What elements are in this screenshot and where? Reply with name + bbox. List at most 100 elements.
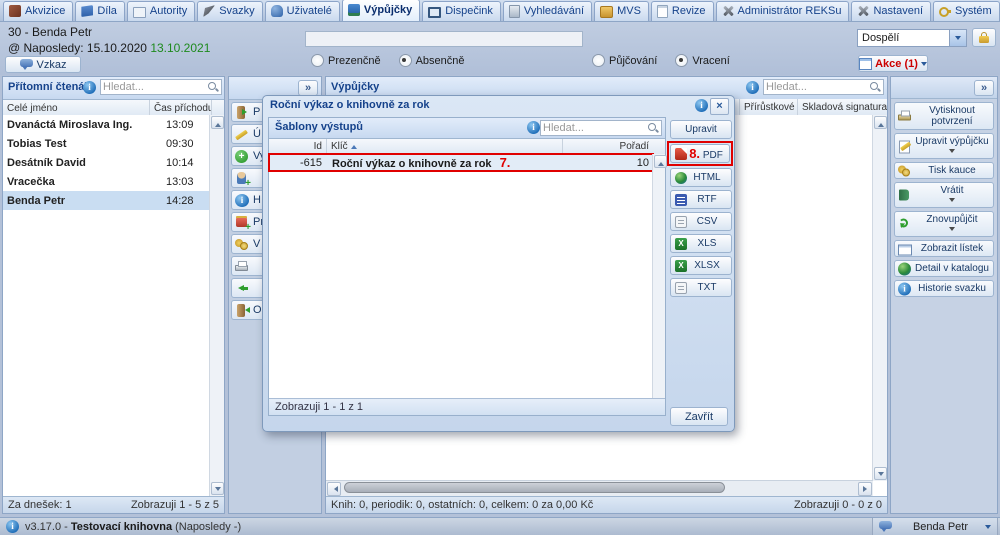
tab-uzivatele[interactable]: Uživatelé (265, 1, 340, 21)
info-icon[interactable] (695, 99, 708, 112)
volumes-icon (203, 5, 215, 17)
chevron-down-icon (949, 198, 955, 205)
upravit-button[interactable]: Upravit (670, 120, 732, 139)
tab-vyhledavani[interactable]: Vyhledávání (503, 1, 592, 21)
tab-autority[interactable]: Autority (127, 1, 195, 21)
lock-icon (978, 32, 990, 44)
scrollbar-thumb[interactable] (344, 482, 725, 493)
info-icon[interactable] (746, 81, 759, 94)
dialog-titlebar[interactable]: Roční výkaz o knihovně za rok (263, 96, 734, 115)
column-header-name[interactable]: Celé jméno (3, 100, 150, 116)
radio-absencne[interactable] (399, 54, 412, 67)
dispatch-icon (428, 7, 441, 18)
tab-label: Uživatelé (287, 5, 332, 17)
info-icon[interactable] (6, 520, 19, 533)
rtf-button[interactable]: RTF (670, 190, 732, 209)
scroll-down-icon[interactable] (874, 467, 887, 480)
template-row[interactable]: -615 Roční výkaz o knihovně za rok7. 10 (269, 154, 653, 171)
templates-search-input[interactable] (541, 122, 647, 134)
column-header-id[interactable]: Id (269, 139, 326, 154)
button-label: Upravit výpůjčku (915, 136, 988, 147)
show-slip-button[interactable]: Zobrazit lístek (894, 240, 994, 257)
scroll-left-icon[interactable] (327, 482, 341, 496)
collapse-right-icon[interactable] (298, 80, 318, 96)
radio-prezencne[interactable] (311, 54, 324, 67)
tab-administrator-reksu[interactable]: Administrátor REKSu (716, 1, 850, 21)
horizontal-scrollbar[interactable] (326, 480, 873, 496)
tab-system[interactable]: Systém (933, 1, 1000, 21)
volume-history-button[interactable]: Historie svazku (894, 280, 994, 297)
print-deposit-button[interactable]: Tisk kauce (894, 162, 994, 179)
tools-icon (857, 5, 869, 17)
column-header-order[interactable]: Pořadí (563, 139, 653, 154)
pdf-button[interactable]: 8. PDF (670, 144, 730, 163)
scroll-up-icon[interactable] (874, 116, 887, 129)
tab-dispecink[interactable]: Dispečink (422, 1, 501, 21)
edit-loan-button[interactable]: Upravit výpůjčku (894, 133, 994, 159)
table-row[interactable]: Desátník David10:14 (3, 153, 224, 172)
akce-button[interactable]: Akce (1) (858, 55, 928, 72)
category-select[interactable]: Dospělí (857, 29, 967, 47)
column-header-time[interactable]: Čas příchodu (150, 100, 212, 116)
search-icon[interactable] (207, 81, 219, 93)
loans-search-input[interactable] (764, 81, 869, 93)
close-button[interactable]: Zavřít (670, 407, 728, 426)
table-row-selected[interactable]: Benda Petr14:28 (3, 191, 224, 210)
tab-label: Akvizice (25, 5, 65, 17)
renew-button[interactable]: Znovupůjčit (894, 211, 994, 237)
catalog-detail-button[interactable]: Detail v katalogu (894, 260, 994, 277)
readers-search-input[interactable] (101, 81, 207, 93)
vertical-scrollbar[interactable] (872, 115, 887, 481)
chevron-down-icon (985, 525, 991, 532)
scroll-up-icon[interactable] (211, 116, 224, 129)
close-icon[interactable] (710, 98, 729, 115)
tab-nastaveni[interactable]: Nastavení (851, 1, 931, 21)
message-button[interactable]: Vzkaz (5, 56, 81, 73)
txt-button[interactable]: TXT (670, 278, 732, 297)
tab-svazky[interactable]: Svazky (197, 1, 262, 21)
tab-revize[interactable]: Revize (651, 1, 714, 21)
template-id: -615 (269, 157, 326, 169)
acquisition-icon (9, 5, 21, 17)
table-row[interactable]: Dvanáctá Miroslava Ing.13:09 (3, 115, 224, 134)
search-icon[interactable] (647, 122, 659, 134)
vertical-scrollbar[interactable] (209, 115, 224, 496)
tab-dila[interactable]: Díla (75, 1, 125, 21)
scroll-up-icon[interactable] (654, 155, 667, 168)
templates-footer: Zobrazuji 1 - 1 z 1 (269, 398, 665, 415)
barcode-input[interactable] (305, 31, 583, 47)
tab-akvizice[interactable]: Akvizice (3, 1, 73, 21)
patron-name: 30 - Benda Petr (8, 25, 92, 39)
tab-vypujcky[interactable]: Výpůjčky (342, 0, 420, 21)
tab-mvs[interactable]: MVS (594, 1, 649, 21)
info-icon[interactable] (83, 81, 96, 94)
xls-button[interactable]: XLS (670, 234, 732, 253)
xlsx-button[interactable]: XLSX (670, 256, 732, 275)
return-button[interactable]: Vrátit (894, 182, 994, 208)
column-header-key[interactable]: Klíč (326, 139, 563, 154)
collapse-right-icon[interactable] (974, 80, 994, 96)
radio-pujcovani[interactable] (592, 54, 605, 67)
vertical-scrollbar[interactable] (652, 154, 665, 399)
column-header-signature[interactable]: Skladová signatura (798, 99, 887, 115)
templates-header: Šablony výstupů (269, 118, 665, 139)
table-row[interactable]: Tobias Test09:30 (3, 134, 224, 153)
print-confirmation-button[interactable]: Vytisknout potvrzení (894, 102, 994, 130)
column-header-accession[interactable]: Přírůstkové číslo (740, 99, 798, 115)
current-user-button[interactable]: Benda Petr (872, 518, 998, 535)
table-row[interactable]: Vracečka13:03 (3, 172, 224, 191)
main-tabbar: Akvizice Díla Autority Svazky Uživatelé … (0, 0, 1000, 22)
search-icon[interactable] (869, 81, 881, 93)
html-button[interactable]: HTML (670, 168, 732, 187)
scroll-right-icon[interactable] (858, 482, 872, 496)
action-mode-radios: Půjčování Vracení (592, 54, 730, 67)
csv-button[interactable]: CSV (670, 212, 732, 231)
lock-button[interactable] (972, 28, 996, 47)
scroll-down-icon[interactable] (211, 482, 224, 495)
arrow-left-icon (235, 282, 249, 295)
version-text: v3.17.0 -Testovací knihovna(Naposledy -) (25, 521, 241, 533)
info-icon[interactable] (527, 121, 540, 134)
radio-vraceni[interactable] (675, 54, 688, 67)
last-visit-prev-date: 15.10.2020 (87, 41, 147, 55)
pdf-label: PDF (703, 150, 723, 161)
